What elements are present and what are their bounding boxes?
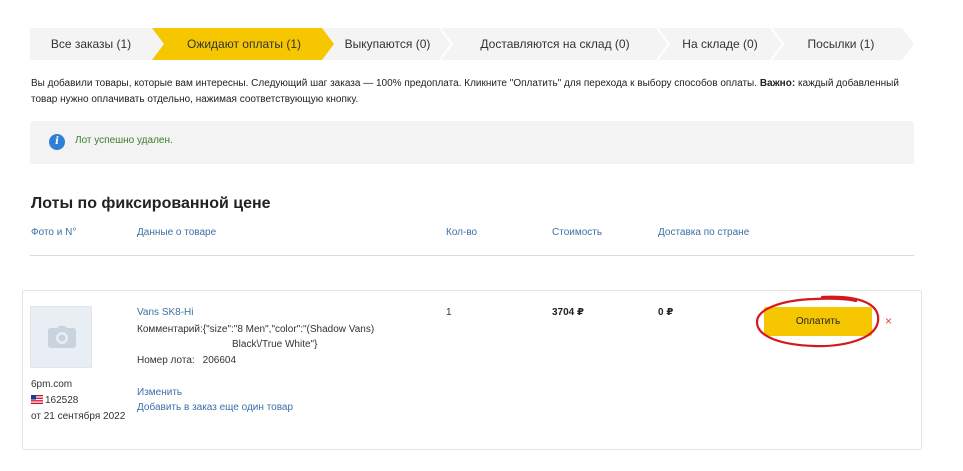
- tab-at-warehouse[interactable]: На складе (0): [665, 28, 775, 60]
- section-title: Лоты по фиксированной цене: [31, 195, 271, 212]
- tab-being-purchased[interactable]: Выкупаются (0): [330, 28, 445, 60]
- tab-awaiting-payment[interactable]: Ожидают оплаты (1): [164, 28, 324, 60]
- us-flag-icon: [31, 394, 43, 404]
- camera-icon: [48, 326, 76, 348]
- shop-name: 6pm.com: [31, 379, 73, 390]
- tab-parcels[interactable]: Посылки (1): [780, 28, 902, 60]
- alert-message: Лот успешно удален.: [75, 135, 173, 146]
- lot-number-row: Номер лота: 206604: [137, 355, 236, 366]
- tab-delivering-to-warehouse[interactable]: Доставляются на склад (0): [450, 28, 660, 60]
- product-comment: Комментарий:{"size":"8 Men","color":"(Sh…: [137, 322, 397, 352]
- add-another-item-link[interactable]: Добавить в заказ еще один товар: [137, 402, 293, 413]
- edit-link[interactable]: Изменить: [137, 387, 182, 398]
- product-photo[interactable]: [30, 306, 92, 368]
- product-name-link[interactable]: Vans SK8-Hi: [137, 307, 194, 318]
- lot-cost: 3704 ₽: [552, 307, 584, 318]
- col-header-photo: Фото и N°: [31, 227, 77, 238]
- remove-lot-icon[interactable]: ×: [885, 314, 892, 328]
- lot-delivery-cost: 0 ₽: [658, 307, 674, 318]
- info-text-important: Важно:: [759, 78, 796, 89]
- col-header-delivery: Доставка по стране: [658, 227, 750, 238]
- comment-value-line1: {"size":"8 Men","color":"(Shadow Vans): [202, 324, 375, 335]
- info-text-main: Вы добавили товары, которые вам интересн…: [31, 78, 758, 89]
- lot-date: от 21 сентября 2022: [31, 411, 126, 422]
- comment-value-line2: Black\/True White"}: [232, 339, 318, 350]
- lot-number-label: Номер лота:: [137, 355, 195, 366]
- info-icon: i: [49, 134, 65, 150]
- header-divider: [30, 255, 914, 256]
- pay-button[interactable]: Оплатить: [764, 307, 872, 336]
- success-alert: i Лот успешно удален.: [30, 121, 914, 164]
- lot-quantity: 1: [446, 307, 452, 318]
- lot-id: 162528: [45, 395, 79, 406]
- order-info-text: Вы добавили товары, которые вам интересн…: [31, 76, 911, 108]
- col-header-qty: Кол-во: [446, 227, 478, 238]
- col-header-cost: Стоимость: [552, 227, 603, 238]
- tab-all-orders[interactable]: Все заказы (1): [30, 28, 152, 60]
- comment-label: Комментарий:: [137, 324, 203, 335]
- order-status-tabs: Все заказы (1) Ожидают оплаты (1) Выкупа…: [30, 28, 914, 60]
- lot-number: 206604: [202, 355, 237, 366]
- col-header-product: Данные о товаре: [137, 227, 217, 238]
- lot-id-row: 162528: [31, 394, 79, 407]
